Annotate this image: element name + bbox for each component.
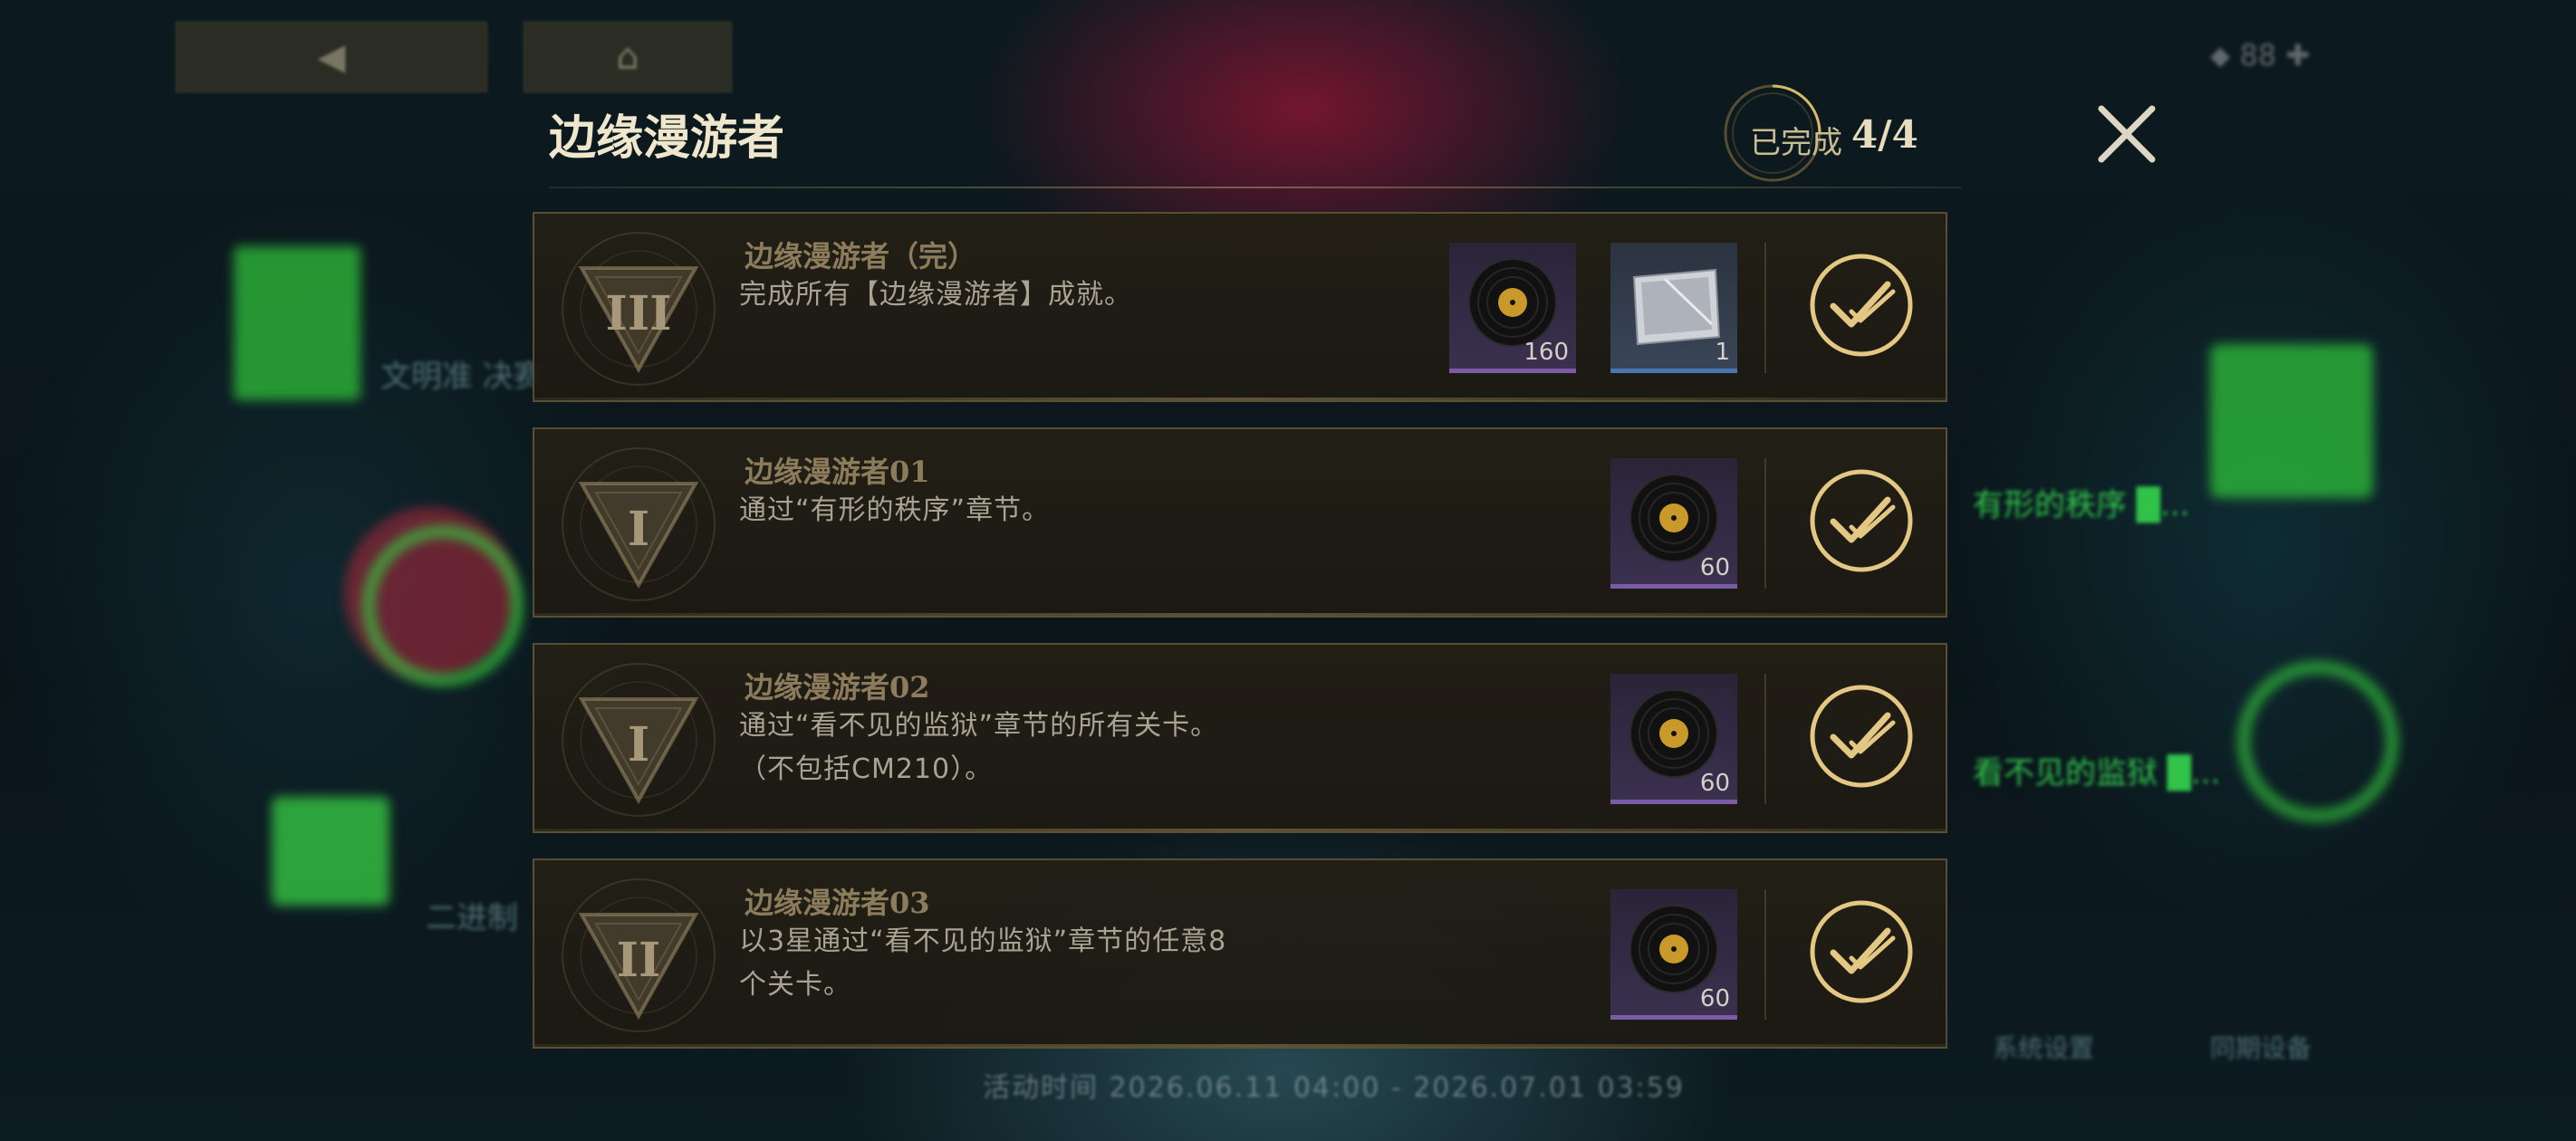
bg-text-right-1: 有形的秩序 █... xyxy=(1973,487,2190,523)
card-divider xyxy=(1764,674,1766,804)
reward-item[interactable]: 60 xyxy=(1610,458,1737,589)
close-icon[interactable] xyxy=(2094,101,2159,167)
achievement-card: I 边缘漫游者02 通过“看不见的监狱”章节的所有关卡。（不包括CM210）。 … xyxy=(533,643,1947,833)
achievement-card: II 边缘漫游者03 以3星通过“看不见的监狱”章节的任意8个关卡。 60 xyxy=(533,858,1947,1049)
reward-count: 60 xyxy=(1699,770,1730,797)
green-door-icon-bg xyxy=(234,246,360,400)
reward-count: 1 xyxy=(1715,339,1730,366)
achievement-description: 完成所有【边缘漫游者】成就。 xyxy=(739,279,1132,311)
reward-item[interactable]: 160 xyxy=(1449,243,1576,373)
bg-event-dates: 活动时间 2026.06.11 04:00 - 2026.07.01 03:59 xyxy=(983,1072,1685,1104)
reward-count: 160 xyxy=(1523,339,1569,366)
triangle-badge-icon: II xyxy=(562,878,716,1032)
card-divider xyxy=(1764,458,1766,589)
achievement-card: I 边缘漫游者01 通过“有形的秩序”章节。 60 xyxy=(533,427,1947,618)
achievement-description: 通过“有形的秩序”章节。 xyxy=(739,494,1051,526)
home-button-bg: ⌂ xyxy=(524,22,732,92)
bg-text-right-3: 系统设置 xyxy=(1993,1033,2095,1063)
triangle-badge-icon: I xyxy=(562,663,716,817)
green-robot-icon-bg xyxy=(272,797,389,906)
triangle-badge-icon: III xyxy=(562,232,716,386)
back-button-bg: ◀ xyxy=(176,22,487,92)
header-divider xyxy=(549,187,1962,188)
achievement-title: 边缘漫游者（完） xyxy=(745,239,977,273)
reward-item[interactable]: 1 xyxy=(1610,243,1737,373)
completed-check-icon xyxy=(1810,685,1913,788)
achievement-title: 边缘漫游者01 xyxy=(745,455,930,489)
green-pc-icon-bg xyxy=(2210,344,2373,498)
completed-check-icon xyxy=(1810,900,1913,1003)
achievement-description: 以3星通过“看不见的监狱”章节的任意8个关卡。 xyxy=(739,925,1227,1001)
achievement-title: 边缘漫游者02 xyxy=(745,670,930,705)
progress-value: 4/4 xyxy=(1851,112,1918,157)
panel-title: 边缘漫游者 xyxy=(549,110,785,166)
completed-check-icon xyxy=(1810,254,1913,357)
svg-text:III: III xyxy=(606,286,672,341)
green-orbit-icon-bg xyxy=(2237,661,2398,822)
svg-text:II: II xyxy=(617,933,661,988)
achievement-description: 通过“看不见的监狱”章节的所有关卡。（不包括CM210）。 xyxy=(739,710,1219,785)
bg-text-left-1: 文明准 决赛 xyxy=(380,359,544,395)
bg-text-left-2: 二进制 xyxy=(426,900,518,936)
bg-text-right-2: 看不见的监狱 █... xyxy=(1973,755,2221,791)
achievement-card: III 边缘漫游者（完） 完成所有【边缘漫游者】成就。 160 1 xyxy=(533,212,1947,402)
triangle-badge-icon: I xyxy=(562,447,716,601)
reward-count: 60 xyxy=(1699,554,1730,581)
svg-text:I: I xyxy=(628,502,649,557)
card-divider xyxy=(1764,243,1766,373)
reward-count: 60 xyxy=(1699,985,1730,1012)
reward-item[interactable]: 60 xyxy=(1610,674,1737,804)
card-divider xyxy=(1764,889,1766,1020)
bg-text-right-4: 同期设备 xyxy=(2210,1033,2312,1063)
green-ring-icon-bg xyxy=(362,525,524,686)
progress-label: 已完成 xyxy=(1750,125,1842,161)
resource-counter-bg: ⬥ 88 ✚ xyxy=(2210,38,2311,72)
reward-item[interactable]: 60 xyxy=(1610,889,1737,1020)
achievement-title: 边缘漫游者03 xyxy=(745,886,930,920)
svg-text:I: I xyxy=(628,717,649,772)
completed-check-icon xyxy=(1810,469,1913,572)
